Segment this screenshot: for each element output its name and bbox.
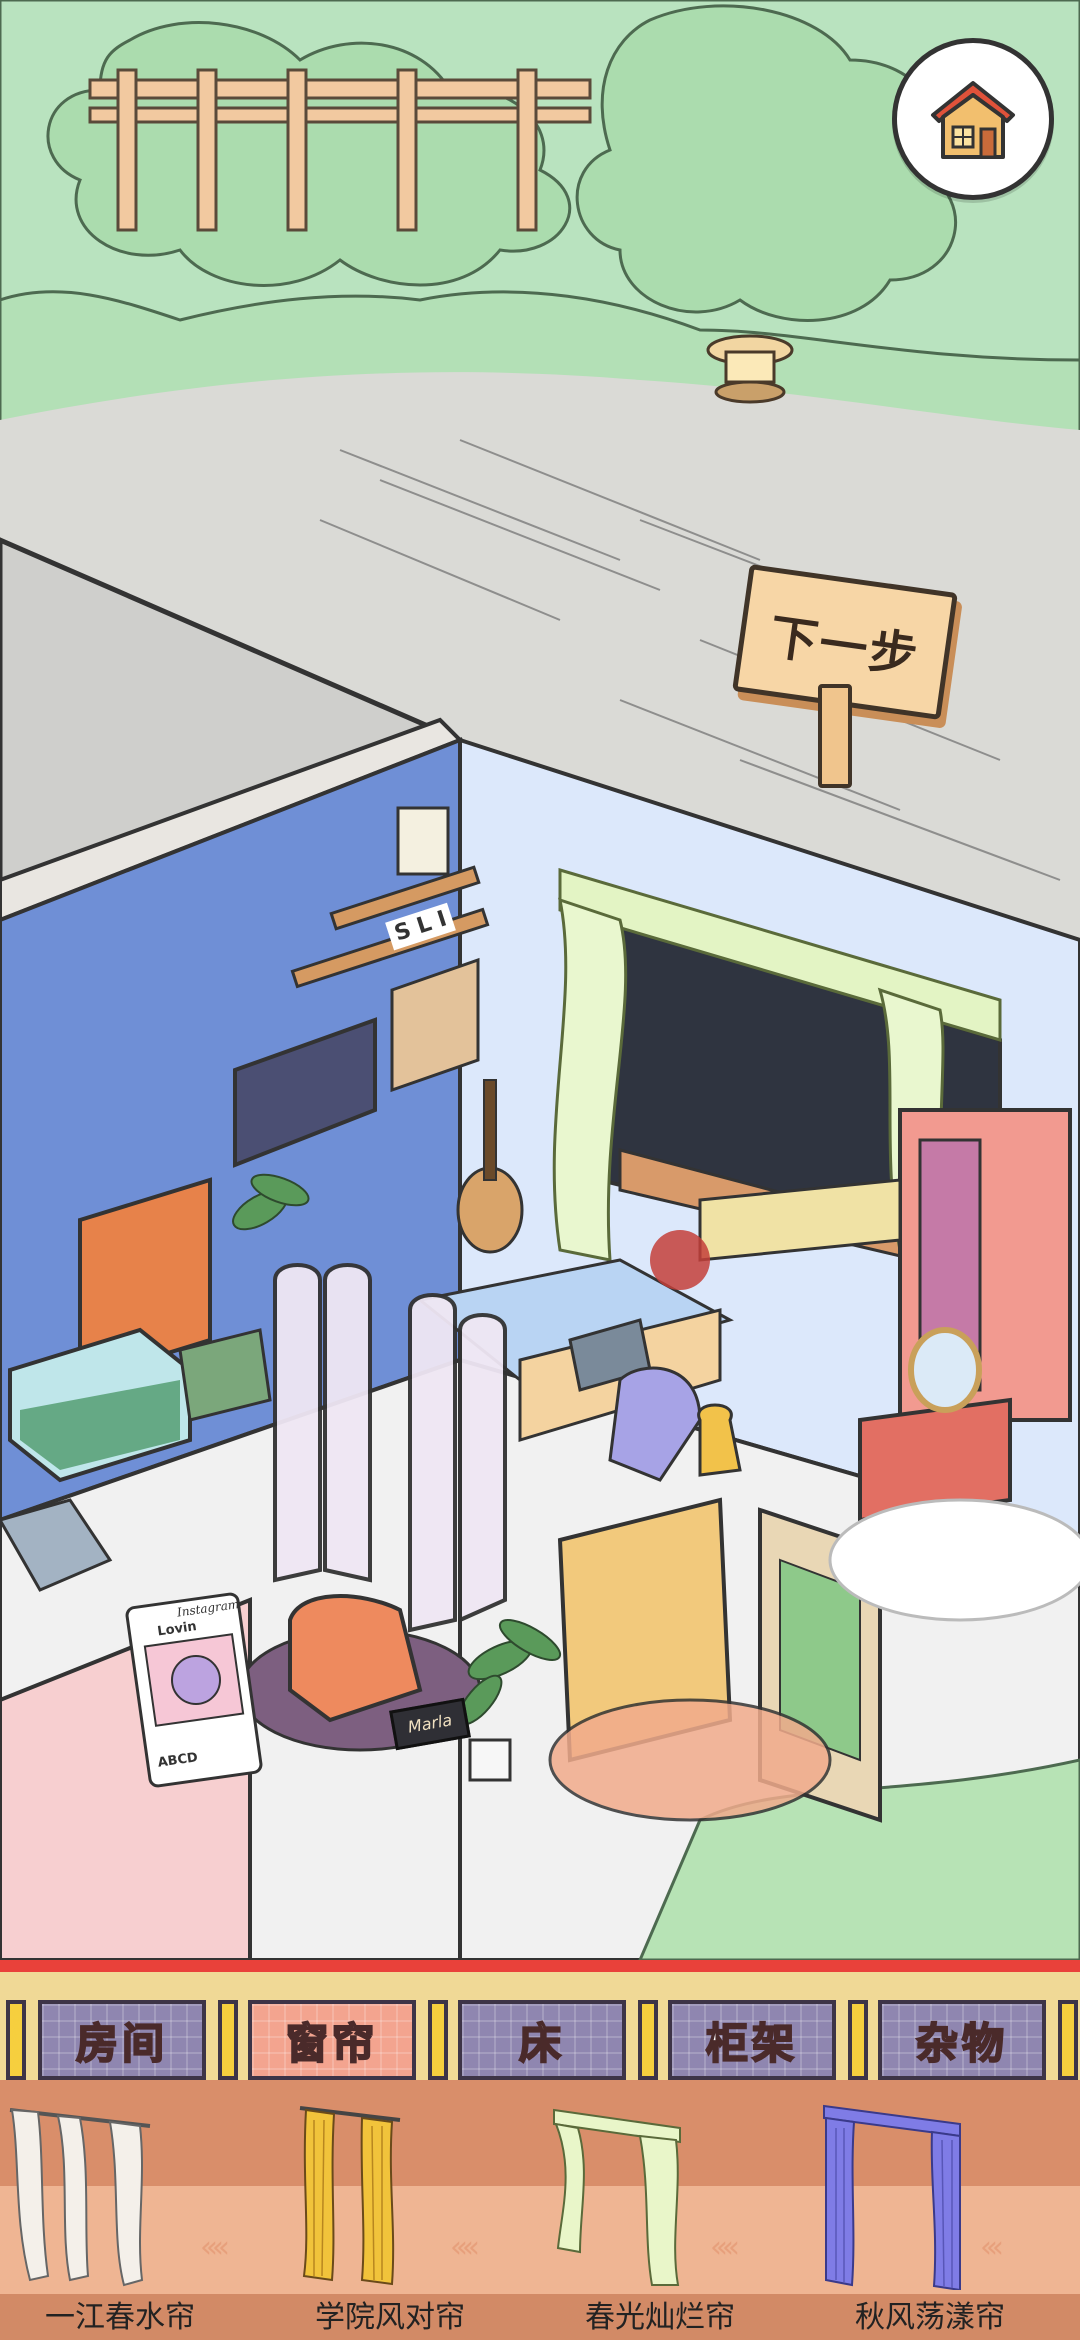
curtain-item-1-label: 一江春水帘 [45,2300,195,2335]
curtain-item-2-label: 学院风对帘 [315,2300,465,2335]
tab-cabinets-label: 柜架 [705,2018,798,2069]
tab-misc-label: 杂物 [915,2018,1008,2069]
tab-bed[interactable]: 床 [458,2000,626,2080]
curtain-item-1[interactable]: 一江春水帘 [0,2080,240,2340]
green-floral-curtain-icon [553,2108,681,2286]
tab-divider [6,2000,26,2080]
tab-misc[interactable]: 杂物 [878,2000,1046,2080]
curtain-item-3[interactable]: 春光灿烂帘 [540,2080,780,2340]
tab-room[interactable]: 房间 [38,2000,206,2080]
room-scene: Instagram Lovin ABCD Marla S L I 下一步 [0,0,1080,1960]
next-step-label: 下一步 [766,608,923,686]
tab-divider [428,2000,448,2080]
curtain-item-2[interactable]: 学院风对帘 [270,2080,510,2340]
tab-room-label: 房间 [75,2018,168,2069]
tab-divider [218,2000,238,2080]
curtain-item-4-label: 秋风荡漾帘 [855,2300,1005,2335]
tab-curtains-label: 窗帘 [285,2018,378,2069]
tab-bed-label: 床 [518,2018,565,2069]
category-tab-bar: 房间 窗帘 床 柜架 杂物 [0,1960,1080,2080]
white-sheer-curtain-icon [9,2108,151,2287]
yellow-curtain-icon [299,2106,401,2286]
tab-divider [1058,2000,1078,2080]
tab-curtains[interactable]: 窗帘 [248,2000,416,2080]
curtain-item-3-label: 春光灿烂帘 [585,2300,735,2335]
house-icon [931,81,1015,159]
blue-curtain-icon [823,2104,961,2290]
tab-divider [638,2000,658,2080]
curtain-item-4[interactable]: 秋风荡漾帘 [810,2080,1050,2340]
tab-divider [848,2000,868,2080]
tab-cabinets[interactable]: 柜架 [668,2000,836,2080]
room-illustration [0,0,1080,1960]
furniture-panel: 房间 窗帘 床 柜架 杂物 ‹‹‹‹ ‹‹‹‹ ‹‹‹‹ ‹‹‹ 一江春水帘 学… [0,1960,1080,2340]
home-button[interactable] [892,38,1054,200]
sign-post [818,684,852,788]
next-step-sign[interactable]: 下一步 [732,564,958,788]
